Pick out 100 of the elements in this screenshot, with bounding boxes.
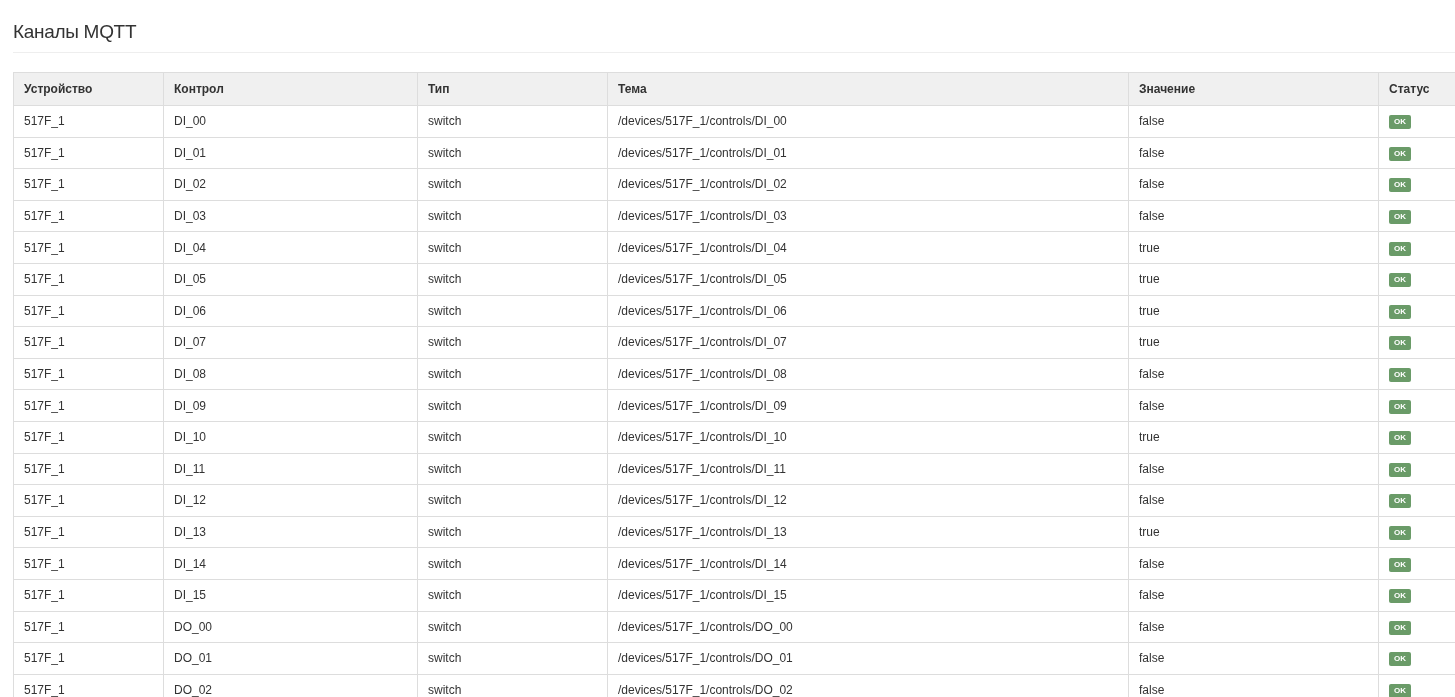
status-badge: OK	[1389, 620, 1411, 635]
value-cell: false	[1139, 114, 1165, 129]
type-cell: switch	[428, 651, 462, 666]
value-cell: false	[1139, 367, 1165, 382]
status-badge: OK	[1389, 210, 1411, 225]
topic-cell: /devices/517F_1/controls/DI_07	[618, 335, 787, 350]
device-cell: 517F_1	[24, 461, 65, 476]
topic-cell: /devices/517F_1/controls/DI_08	[618, 367, 787, 382]
device-cell: 517F_1	[24, 651, 65, 666]
type-cell: switch	[428, 683, 462, 697]
control-cell: DI_10	[174, 430, 207, 445]
status-badge: OK	[1389, 146, 1411, 161]
status-badge: OK	[1389, 336, 1411, 351]
status-badge: OK	[1389, 462, 1411, 477]
topic-cell: /devices/517F_1/controls/DI_04	[618, 240, 787, 255]
device-cell: 517F_1	[24, 272, 65, 287]
device-cell: 517F_1	[24, 493, 65, 508]
control-cell: DI_08	[174, 367, 207, 382]
type-cell: switch	[428, 303, 462, 318]
topic-cell: /devices/517F_1/controls/DI_01	[618, 145, 787, 160]
type-cell: switch	[428, 398, 462, 413]
column-header: Тип	[417, 72, 608, 106]
type-cell: switch	[428, 145, 462, 160]
topic-cell: /devices/517F_1/controls/DI_13	[618, 525, 787, 539]
status-badge: OK	[1389, 494, 1411, 509]
value-cell: false	[1139, 619, 1165, 634]
type-cell: switch	[428, 525, 462, 539]
type-cell: switch	[428, 367, 462, 382]
control-cell: DI_06	[174, 303, 207, 318]
control-cell: DI_13	[174, 525, 207, 539]
status-badge: OK	[1389, 115, 1411, 130]
status-badge: OK	[1389, 589, 1411, 604]
status-badge: OK	[1389, 178, 1411, 193]
device-cell: 517F_1	[24, 145, 65, 160]
control-cell: DI_15	[174, 588, 207, 603]
value-cell: true	[1139, 335, 1160, 350]
control-cell: DI_00	[174, 114, 207, 129]
value-cell: true	[1139, 525, 1160, 539]
column-header: Контрол	[163, 72, 418, 106]
status-badge: OK	[1389, 684, 1411, 697]
status-badge: OK	[1389, 431, 1411, 446]
topic-cell: /devices/517F_1/controls/DI_06	[618, 303, 787, 318]
control-cell: DI_12	[174, 493, 207, 508]
status-badge: OK	[1389, 368, 1411, 383]
device-cell: 517F_1	[24, 209, 65, 224]
device-cell: 517F_1	[24, 525, 65, 539]
column-header: Тема	[607, 72, 1129, 106]
topic-cell: /devices/517F_1/controls/DI_11	[618, 461, 786, 476]
type-cell: switch	[428, 272, 462, 287]
column-header: Значение	[1128, 72, 1379, 106]
value-cell: false	[1139, 493, 1165, 508]
status-badge: OK	[1389, 526, 1411, 540]
device-cell: 517F_1	[24, 114, 65, 129]
column-header: Устройство	[13, 72, 164, 106]
type-cell: switch	[428, 588, 462, 603]
control-cell: DI_09	[174, 398, 207, 413]
topic-cell: /devices/517F_1/controls/DI_00	[618, 114, 787, 129]
value-cell: false	[1139, 683, 1165, 697]
status-badge: OK	[1389, 304, 1411, 319]
device-cell: 517F_1	[24, 240, 65, 255]
type-cell: switch	[428, 461, 462, 476]
value-cell: false	[1139, 398, 1165, 413]
topic-cell: /devices/517F_1/controls/DI_12	[618, 493, 787, 508]
status-badge: OK	[1389, 652, 1411, 667]
control-cell: DI_02	[174, 177, 207, 192]
type-cell: switch	[428, 556, 462, 571]
status-badge: OK	[1389, 273, 1411, 288]
value-cell: false	[1139, 556, 1165, 571]
status-badge: OK	[1389, 557, 1411, 572]
type-cell: switch	[428, 430, 462, 445]
control-cell: DI_03	[174, 209, 207, 224]
topic-cell: /devices/517F_1/controls/DI_02	[618, 177, 787, 192]
control-cell: DI_07	[174, 335, 207, 350]
value-cell: false	[1139, 177, 1165, 192]
device-cell: 517F_1	[24, 683, 65, 697]
value-cell: true	[1139, 240, 1160, 255]
control-cell: DI_11	[174, 461, 206, 476]
value-cell: false	[1139, 588, 1165, 603]
value-cell: false	[1139, 461, 1165, 476]
type-cell: switch	[428, 240, 462, 255]
type-cell: switch	[428, 209, 462, 224]
topic-cell: /devices/517F_1/controls/DI_15	[618, 588, 787, 603]
control-cell: DI_04	[174, 240, 207, 255]
control-cell: DO_00	[174, 619, 213, 634]
topic-cell: /devices/517F_1/controls/DO_02	[618, 683, 793, 697]
device-cell: 517F_1	[24, 588, 65, 603]
device-cell: 517F_1	[24, 556, 65, 571]
device-cell: 517F_1	[24, 398, 65, 413]
status-badge: OK	[1389, 241, 1411, 256]
control-cell: DO_01	[174, 651, 213, 666]
type-cell: switch	[428, 335, 462, 350]
value-cell: false	[1139, 145, 1165, 160]
page-title: Каналы MQTT	[13, 21, 137, 43]
topic-cell: /devices/517F_1/controls/DI_03	[618, 209, 787, 224]
topic-cell: /devices/517F_1/controls/DO_01	[618, 651, 793, 666]
topic-cell: /devices/517F_1/controls/DO_00	[618, 619, 793, 634]
device-cell: 517F_1	[24, 177, 65, 192]
device-cell: 517F_1	[24, 303, 65, 318]
device-cell: 517F_1	[24, 335, 65, 350]
control-cell: DI_05	[174, 272, 207, 287]
